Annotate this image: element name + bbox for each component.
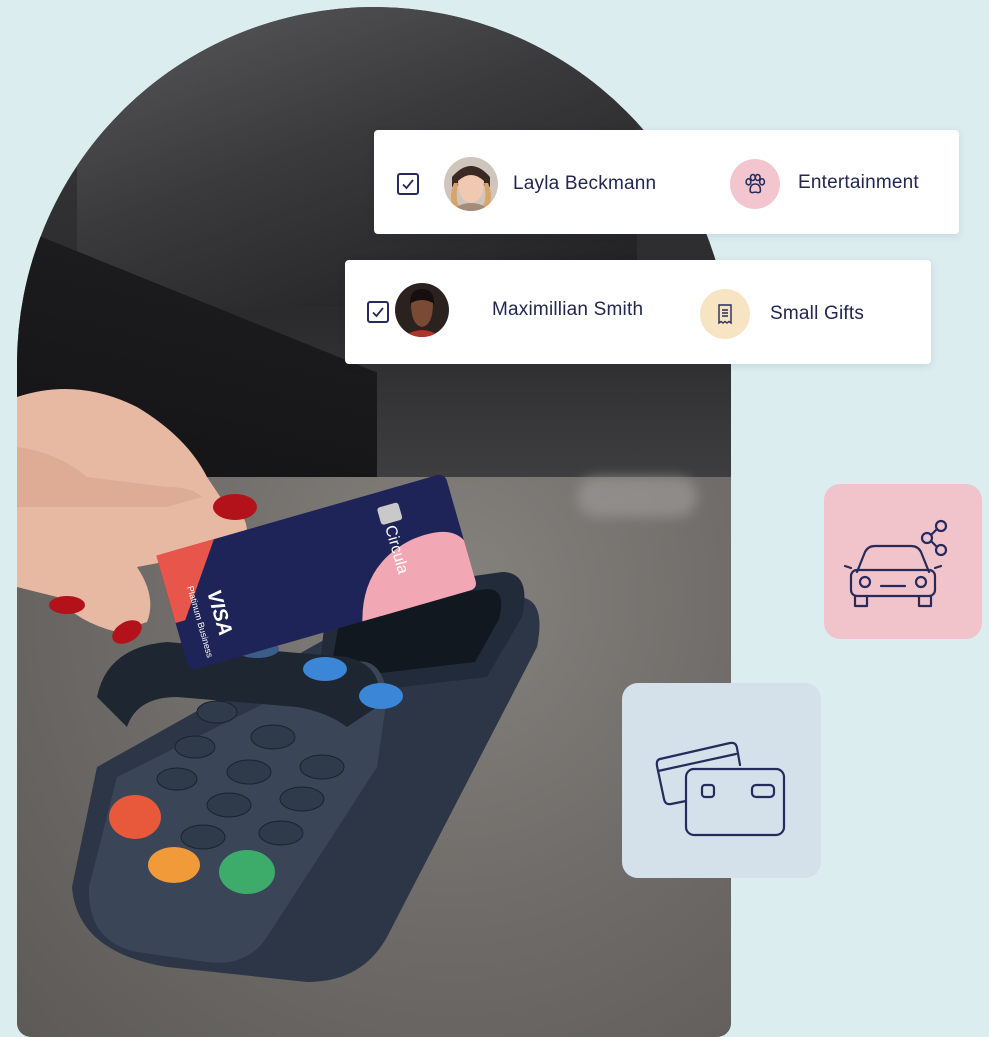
cards-tile — [622, 683, 821, 878]
row-checkbox[interactable] — [367, 301, 389, 323]
category-label: Small Gifts — [770, 303, 865, 324]
approval-row[interactable]: Layla Beckmann Entertainment — [374, 130, 959, 234]
checkmark-icon — [402, 179, 414, 190]
checkmark-icon — [372, 307, 384, 318]
person-avatar-icon — [444, 157, 498, 211]
avatar — [395, 283, 449, 337]
person-name: Layla Beckmann — [513, 173, 657, 194]
car-share-icon — [843, 519, 948, 607]
category-badge — [730, 159, 780, 209]
person-name: Maximillian Smith — [492, 299, 644, 320]
receipt-icon — [718, 304, 732, 325]
row-checkbox[interactable] — [397, 173, 419, 195]
marketing-visual: Circula VISA Platinum Business Layla Bec… — [0, 0, 989, 1037]
avatar — [444, 157, 498, 211]
approval-row[interactable]: Maximillian Smith Small Gifts — [345, 260, 931, 364]
category-badge — [700, 289, 750, 339]
credit-cards-icon — [655, 741, 785, 836]
paw-icon — [745, 173, 766, 194]
category-label: Entertainment — [798, 172, 919, 193]
person-avatar-icon — [395, 283, 449, 337]
car-share-tile — [824, 484, 982, 639]
